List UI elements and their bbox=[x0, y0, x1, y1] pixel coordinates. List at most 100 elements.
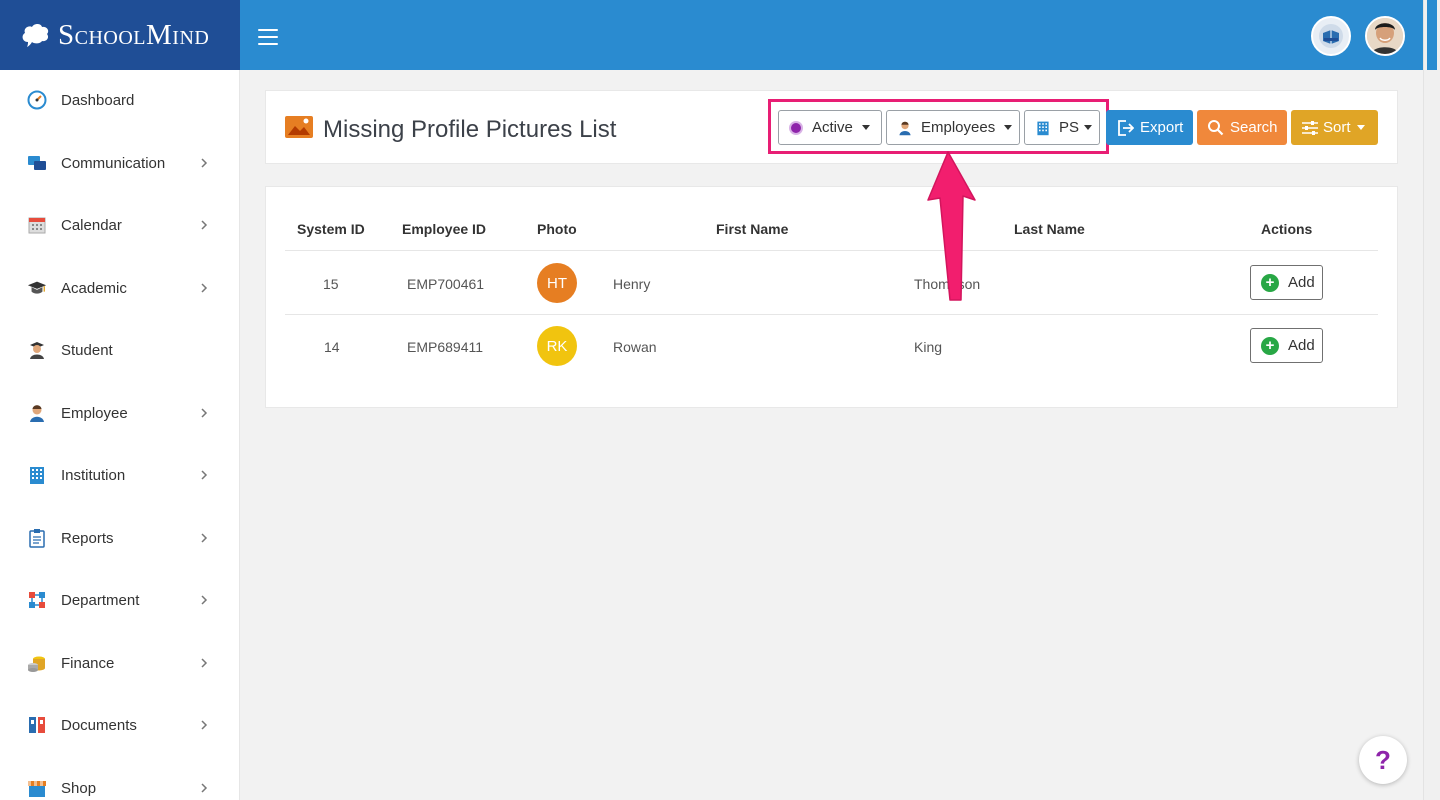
header-divider bbox=[285, 250, 1378, 251]
sidebar-item-label: Employee bbox=[61, 404, 128, 422]
export-label: Export bbox=[1140, 119, 1184, 136]
employee-icon bbox=[897, 120, 913, 136]
binders-icon bbox=[27, 715, 47, 735]
chevron-right-icon bbox=[199, 408, 209, 418]
sidebar-item-institution[interactable]: Institution bbox=[0, 455, 240, 495]
data-table-card bbox=[265, 186, 1398, 408]
column-header-first-name[interactable]: First Name bbox=[716, 221, 788, 237]
sidebar-item-department[interactable]: Department bbox=[0, 580, 240, 620]
column-header-system-id[interactable]: System ID bbox=[297, 221, 365, 237]
status-filter-dropdown[interactable]: Active bbox=[778, 110, 882, 145]
column-header-last-name[interactable]: Last Name bbox=[1014, 221, 1085, 237]
row-divider bbox=[285, 314, 1378, 315]
brand-logo[interactable]: SchoolMind bbox=[0, 0, 240, 70]
chevron-right-icon bbox=[199, 533, 209, 543]
add-label: Add bbox=[1288, 337, 1315, 354]
coins-icon bbox=[27, 653, 47, 673]
status-filter-label: Active bbox=[812, 119, 853, 136]
sidebar-item-documents[interactable]: Documents bbox=[0, 705, 240, 745]
sort-button[interactable]: Sort bbox=[1291, 110, 1378, 145]
sidebar-item-label: Shop bbox=[61, 779, 97, 797]
add-label: Add bbox=[1288, 274, 1315, 291]
sidebar-item-finance[interactable]: Finance bbox=[0, 643, 240, 683]
chevron-right-icon bbox=[199, 158, 209, 168]
cell-first-name: Henry bbox=[613, 276, 651, 292]
chevron-right-icon bbox=[199, 658, 209, 668]
search-button[interactable]: Search bbox=[1197, 110, 1287, 145]
help-button[interactable]: ? bbox=[1359, 736, 1407, 784]
plus-circle-icon: + bbox=[1261, 336, 1279, 355]
avatar: RK bbox=[537, 326, 577, 366]
sidebar-item-label: Student bbox=[61, 341, 113, 359]
scrollbar-thumb[interactable] bbox=[1427, 0, 1437, 70]
page-scrollbar[interactable] bbox=[1423, 0, 1440, 800]
add-photo-button[interactable]: + Add bbox=[1250, 328, 1323, 363]
cell-system-id: 15 bbox=[323, 276, 339, 292]
column-header-employee-id[interactable]: Employee ID bbox=[402, 221, 486, 237]
top-bar bbox=[240, 0, 1423, 70]
cell-last-name: King bbox=[914, 339, 943, 355]
plus-circle-icon: + bbox=[1261, 273, 1279, 292]
chat-icon bbox=[27, 153, 47, 173]
chevron-right-icon bbox=[199, 220, 209, 230]
cell-first-name: Rowan bbox=[613, 339, 657, 355]
sidebar-item-label: Dashboard bbox=[61, 91, 135, 109]
hierarchy-icon bbox=[27, 590, 47, 610]
calendar-icon bbox=[27, 215, 47, 235]
building-icon bbox=[27, 465, 47, 485]
graduation-cap-icon bbox=[27, 278, 47, 298]
search-label: Search bbox=[1230, 119, 1278, 136]
sliders-icon bbox=[1301, 120, 1319, 136]
institution-logo[interactable] bbox=[1311, 16, 1351, 56]
sidebar-item-dashboard[interactable]: Dashboard bbox=[0, 80, 240, 120]
sidebar-item-label: Academic bbox=[61, 279, 127, 297]
sidebar-item-calendar[interactable]: Calendar bbox=[0, 205, 240, 245]
chevron-right-icon bbox=[199, 595, 209, 605]
menu-toggle-icon[interactable] bbox=[258, 29, 278, 45]
export-button[interactable]: Export bbox=[1106, 110, 1193, 145]
cell-employee-id: EMP689411 bbox=[407, 339, 484, 355]
shop-icon bbox=[27, 778, 47, 798]
clipboard-icon bbox=[27, 528, 47, 548]
sidebar-item-label: Finance bbox=[61, 654, 115, 672]
page-title: Missing Profile Pictures List bbox=[323, 116, 617, 143]
student-icon bbox=[27, 340, 47, 360]
search-icon bbox=[1207, 119, 1224, 136]
image-icon bbox=[285, 115, 313, 144]
sidebar-item-label: Calendar bbox=[61, 216, 122, 234]
book-logo-icon bbox=[1319, 24, 1343, 48]
building-icon bbox=[1035, 120, 1051, 136]
chevron-right-icon bbox=[199, 720, 209, 730]
cell-employee-id: EMP700461 bbox=[407, 276, 485, 292]
help-icon: ? bbox=[1375, 744, 1391, 775]
type-filter-dropdown[interactable]: Employees bbox=[886, 110, 1020, 145]
sidebar-item-academic[interactable]: Academic bbox=[0, 268, 240, 308]
sidebar-item-reports[interactable]: Reports bbox=[0, 518, 240, 558]
sidebar-item-label: Communication bbox=[61, 154, 166, 172]
chevron-right-icon bbox=[199, 783, 209, 793]
brand-name: SchoolMind bbox=[58, 18, 210, 51]
sidebar-item-shop[interactable]: Shop bbox=[0, 768, 240, 800]
sidebar-item-label: Reports bbox=[61, 529, 114, 547]
status-dot-icon bbox=[789, 120, 803, 135]
sidebar-item-label: Institution bbox=[61, 466, 126, 484]
user-photo-icon bbox=[1367, 18, 1403, 54]
caret-down-icon bbox=[1084, 125, 1093, 130]
annotation-arrow-icon bbox=[927, 151, 976, 301]
sidebar-item-employee[interactable]: Employee bbox=[0, 393, 240, 433]
sidebar-item-label: Department bbox=[61, 591, 140, 609]
chevron-right-icon bbox=[199, 470, 209, 480]
add-photo-button[interactable]: + Add bbox=[1250, 265, 1323, 300]
user-avatar[interactable] bbox=[1365, 16, 1405, 56]
sidebar-item-student[interactable]: Student bbox=[0, 330, 240, 370]
sidebar-item-communication[interactable]: Communication bbox=[0, 143, 240, 183]
dashboard-icon bbox=[27, 90, 47, 110]
sidebar-item-label: Documents bbox=[61, 716, 137, 734]
type-filter-label: Employees bbox=[921, 119, 996, 136]
column-header-actions: Actions bbox=[1261, 221, 1313, 237]
export-icon bbox=[1116, 119, 1134, 137]
sort-label: Sort bbox=[1323, 119, 1351, 136]
institution-filter-dropdown[interactable]: PS bbox=[1024, 110, 1100, 145]
caret-down-icon bbox=[1356, 125, 1365, 130]
caret-down-icon bbox=[1004, 125, 1013, 130]
